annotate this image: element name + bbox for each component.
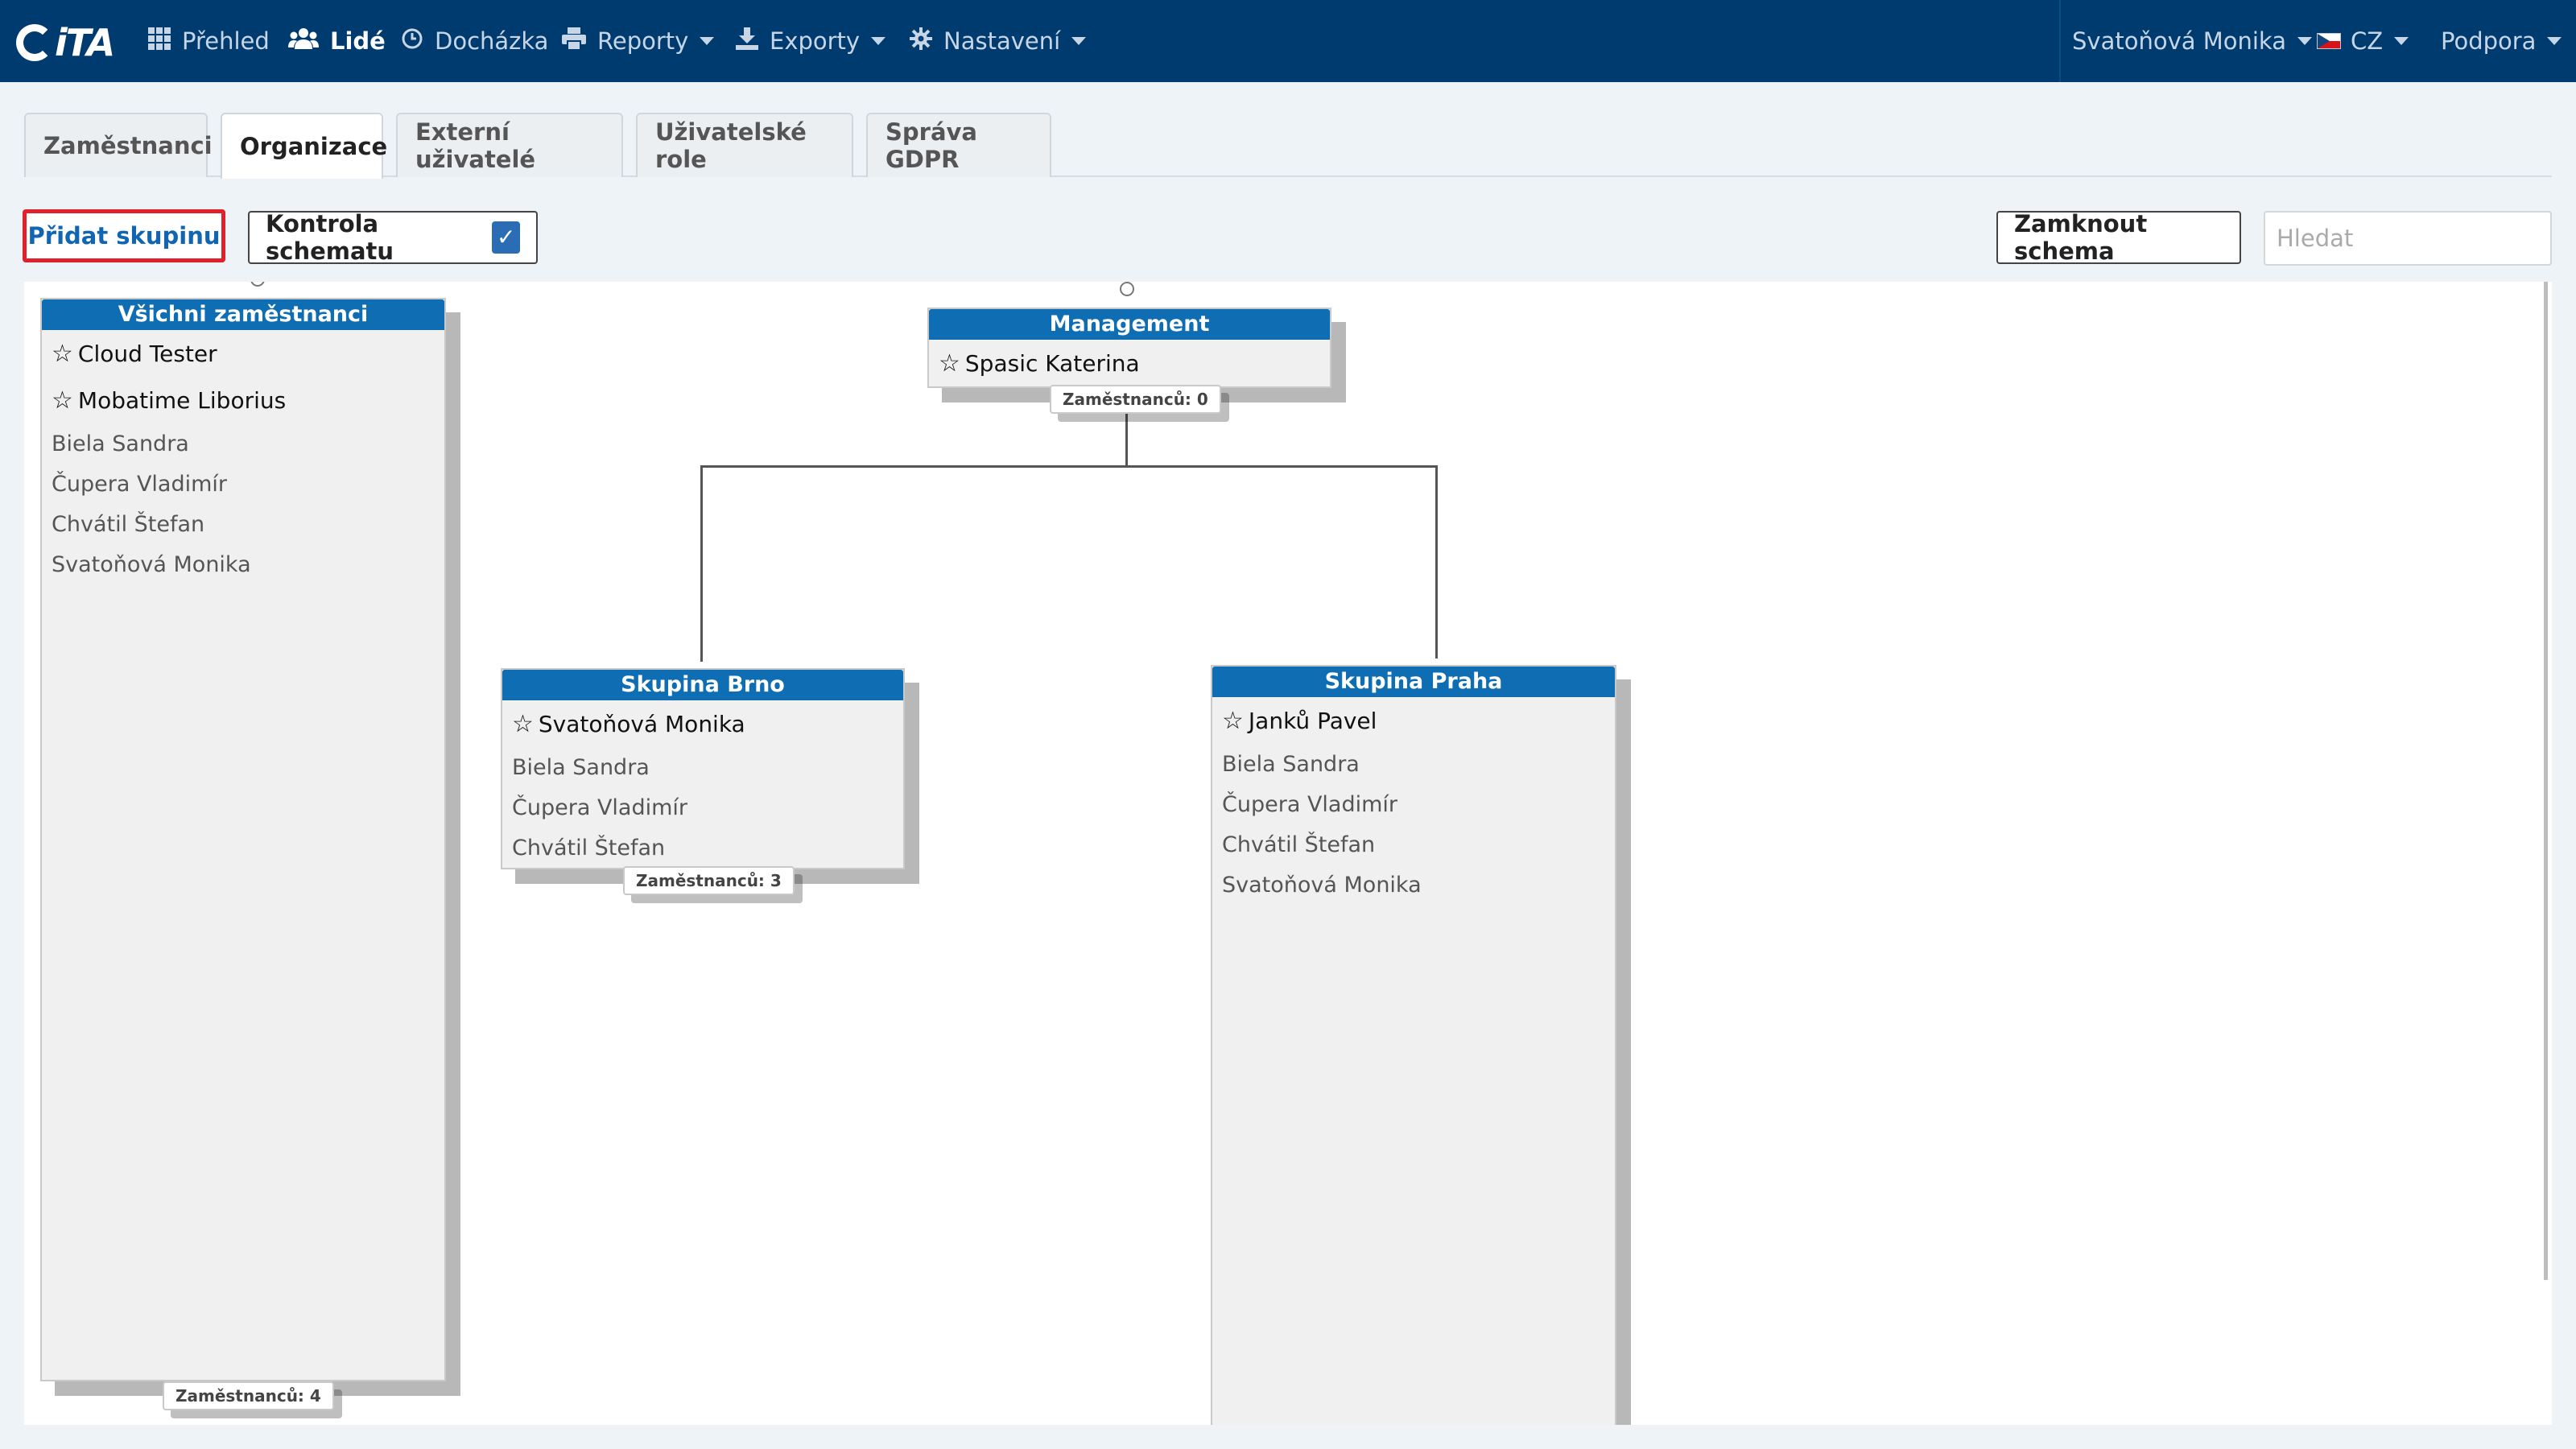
member-item[interactable]: Čupera Vladimír — [1212, 784, 1615, 824]
chevron-down-icon — [700, 37, 715, 45]
member-item[interactable]: Svatoňová Monika — [42, 544, 444, 584]
member-item[interactable]: Chvátil Štefan — [502, 828, 903, 868]
star-icon: ☆ — [512, 709, 534, 738]
nav-label: Lidé — [330, 27, 386, 55]
grid-icon — [148, 27, 171, 56]
chevron-down-icon — [871, 37, 886, 45]
schema-check-label: Kontrola schematu — [266, 210, 394, 265]
manager-name: Cloud Tester — [77, 340, 217, 367]
manager-item[interactable]: ☆ Janků Pavel — [1212, 697, 1615, 744]
nav-label: Nastavení — [943, 27, 1061, 55]
star-icon: ☆ — [939, 349, 960, 378]
member-item[interactable]: Svatoňová Monika — [1212, 865, 1615, 905]
group-all-employees[interactable]: Všichni zaměstnanci ☆ Cloud Tester ☆ Mobat… — [40, 298, 446, 1381]
logo-text: iTA — [55, 21, 115, 64]
connector-line — [700, 465, 703, 662]
nav-label: Reporty — [597, 27, 689, 55]
tab-label: Zaměstnanci — [43, 132, 213, 159]
tab-sprava-gdpr[interactable]: Správa GDPR — [866, 113, 1051, 177]
language-label: CZ — [2351, 27, 2384, 55]
chevron-down-icon — [1071, 37, 1087, 45]
member-item[interactable]: Chvátil Štefan — [1212, 824, 1615, 865]
connector-line — [1435, 465, 1438, 658]
chevron-down-icon — [2547, 37, 2562, 45]
tab-zamestnanci[interactable]: Zaměstnanci — [24, 113, 213, 177]
tab-uzivatelske-role[interactable]: Uživatelské role — [636, 113, 853, 177]
manager-name: Svatoňová Monika — [538, 710, 745, 737]
checkmark-icon[interactable]: ✓ — [492, 221, 520, 254]
manager-item[interactable]: ☆ Cloud Tester — [42, 330, 444, 377]
employee-count-badge: Zaměstnanců: 4 — [163, 1381, 334, 1410]
ita-logo[interactable]: iTA — [16, 21, 122, 64]
manager-item[interactable]: ☆ Svatoňová Monika — [502, 700, 903, 747]
star-icon: ☆ — [1222, 706, 1244, 735]
tab-organizace[interactable]: Organizace — [221, 113, 387, 179]
group-title: Všichni zaměstnanci — [42, 299, 444, 330]
support-label: Podpora — [2441, 27, 2537, 55]
manager-name: Janků Pavel — [1248, 707, 1377, 734]
tab-label: Správa GDPR — [886, 118, 977, 173]
member-item[interactable]: Chvátil Štefan — [42, 504, 444, 544]
gear-icon — [910, 27, 932, 56]
navbar-divider — [2059, 0, 2061, 82]
nav-label: Exporty — [770, 27, 861, 55]
manager-item[interactable]: ☆ Mobatime Liborius — [42, 377, 444, 423]
group-brno[interactable]: Skupina Brno ☆ Svatoňová Monika Biela San… — [501, 668, 905, 869]
nav-item-reporty[interactable]: Reporty — [562, 0, 715, 82]
all-employees-connector-port[interactable] — [250, 282, 265, 287]
nav-label: Docházka — [435, 27, 549, 55]
lock-schema-button[interactable]: Zamknout schema — [1996, 210, 2241, 265]
language-menu[interactable]: CZ — [2317, 0, 2409, 82]
tab-externi-uzivatele[interactable]: Externí uživatelé — [396, 113, 623, 177]
tab-label: Externí uživatelé — [415, 118, 536, 173]
clock-icon — [401, 27, 423, 56]
star-icon: ☆ — [52, 339, 73, 368]
nav-label: Přehled — [182, 27, 270, 55]
nav-item-dochazka[interactable]: Docházka — [401, 0, 548, 82]
manager-item[interactable]: ☆ Spasic Katerina — [929, 340, 1330, 386]
nav-item-nastaveni[interactable]: Nastavení — [910, 0, 1087, 82]
add-group-button[interactable]: Přidat skupinu — [23, 209, 225, 262]
vertical-scrollbar[interactable] — [2544, 282, 2548, 1280]
star-icon: ☆ — [52, 386, 73, 415]
group-title: Skupina Praha — [1212, 667, 1615, 697]
group-praha[interactable]: Skupina Praha ☆ Janků Pavel Biela Sandra … — [1211, 665, 1616, 1425]
chevron-down-icon — [2297, 37, 2312, 45]
nav-item-lide[interactable]: Lidé — [288, 0, 386, 82]
group-title: Skupina Brno — [502, 670, 903, 700]
top-navbar: iTA Přehled Lidé Docházka Reporty Export… — [0, 0, 2576, 82]
member-item[interactable]: Biela Sandra — [502, 747, 903, 787]
logo-c-mark — [16, 24, 53, 61]
user-name: Svatoňová Monika — [2072, 27, 2286, 55]
user-menu[interactable]: Svatoňová Monika — [2072, 0, 2312, 82]
manager-name: Spasic Katerina — [964, 349, 1140, 377]
nav-item-exporty[interactable]: Exporty — [736, 0, 886, 82]
export-icon — [736, 27, 758, 56]
nav-item-prehled[interactable]: Přehled — [148, 0, 270, 82]
chevron-down-icon — [2394, 37, 2409, 45]
management-connector-port[interactable] — [1120, 282, 1134, 296]
users-icon — [288, 27, 319, 56]
member-item[interactable]: Biela Sandra — [42, 423, 444, 464]
manager-name: Mobatime Liborius — [77, 386, 287, 414]
connector-line — [700, 465, 1438, 468]
tab-label: Uživatelské role — [655, 118, 807, 173]
org-chart-canvas[interactable]: Všichni zaměstnanci ☆ Cloud Tester ☆ Mobat… — [24, 282, 2552, 1425]
member-item[interactable]: Čupera Vladimír — [502, 787, 903, 828]
employee-count-badge: Zaměstnanců: 0 — [1050, 385, 1221, 414]
member-item[interactable]: Čupera Vladimír — [42, 464, 444, 504]
group-management[interactable]: Management ☆ Spasic Katerina — [927, 308, 1331, 388]
support-menu[interactable]: Podpora — [2441, 0, 2562, 82]
employee-count-badge: Zaměstnanců: 3 — [623, 866, 795, 895]
tab-label: Organizace — [240, 133, 388, 160]
schema-check-toggle[interactable]: Kontrola schematu ✓ — [248, 210, 538, 265]
print-icon — [562, 27, 586, 56]
member-item[interactable]: Biela Sandra — [1212, 744, 1615, 784]
search-input[interactable] — [2264, 211, 2552, 266]
czech-flag-icon — [2317, 33, 2341, 49]
group-title: Management — [929, 309, 1330, 340]
